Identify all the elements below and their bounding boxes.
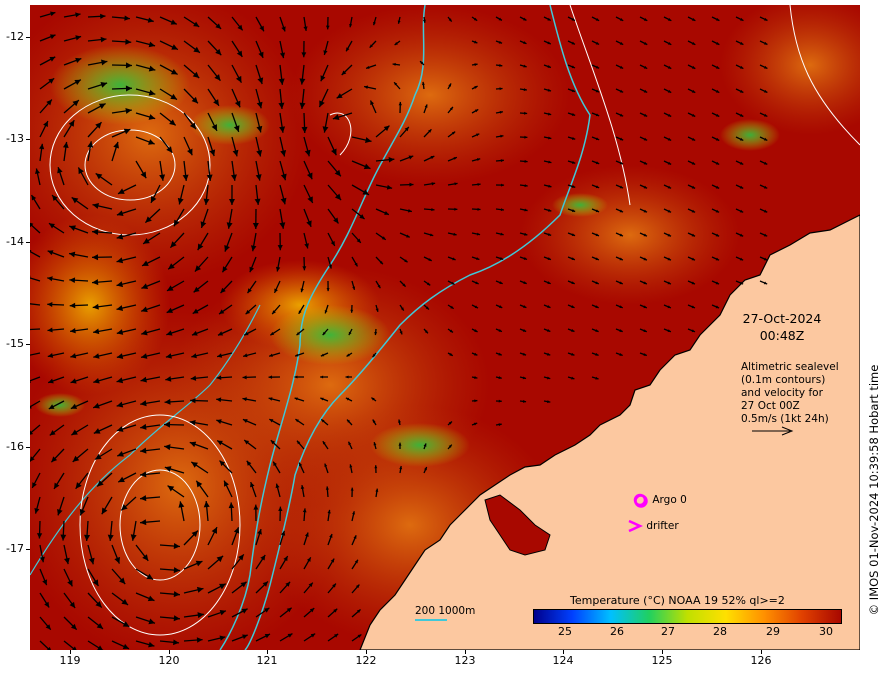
x-tick-mark bbox=[662, 650, 663, 654]
x-tick-mark bbox=[761, 650, 762, 654]
x-tick-label: 119 bbox=[59, 654, 81, 667]
argo-legend: Argo 0 bbox=[633, 493, 687, 507]
x-tick-mark bbox=[563, 650, 564, 654]
colorbar-tick: 27 bbox=[661, 625, 675, 638]
colorbar-tick: 30 bbox=[819, 625, 833, 638]
isobath-legend-line bbox=[415, 619, 447, 621]
altimetry-note-line: (0.1m contours) bbox=[741, 374, 826, 386]
colorbar-tick: 26 bbox=[610, 625, 624, 638]
sst-cool-patch bbox=[270, 305, 390, 365]
x-tick-label: 123 bbox=[454, 654, 476, 667]
x-tick-label: 121 bbox=[256, 654, 278, 667]
y-tick-mark bbox=[26, 344, 30, 345]
y-tick-mark bbox=[26, 447, 30, 448]
x-tick-mark bbox=[169, 650, 170, 654]
altimetry-note-line: 27 Oct 00Z bbox=[741, 400, 800, 412]
colorbar-title: Temperature (°C) NOAA 19 52% ql>=2 bbox=[570, 594, 785, 607]
sst-cool-patch bbox=[190, 105, 270, 145]
altimetry-note-line: Altimetric sealevel bbox=[741, 361, 839, 373]
velocity-arrow bbox=[30, 328, 41, 331]
colorbar-tick: 25 bbox=[558, 625, 572, 638]
temperature-colorbar bbox=[533, 609, 842, 624]
x-tick-label: 122 bbox=[355, 654, 377, 667]
y-tick-label: -13 bbox=[6, 132, 24, 145]
sst-cool-patch bbox=[720, 119, 780, 151]
observation-time: 00:48Z bbox=[759, 328, 805, 343]
y-tick-label: -17 bbox=[6, 542, 24, 555]
colorbar-tick: 29 bbox=[766, 625, 780, 638]
isobath-legend-label: 200 1000m bbox=[415, 605, 476, 617]
y-tick-label: -12 bbox=[6, 30, 24, 43]
x-tick-mark bbox=[267, 650, 268, 654]
y-tick-label: -14 bbox=[6, 235, 24, 248]
velocity-scale-arrow bbox=[752, 426, 794, 436]
y-tick-mark bbox=[26, 549, 30, 550]
x-tick-label: 124 bbox=[552, 654, 574, 667]
sst-cool-patch bbox=[370, 423, 470, 467]
x-tick-label: 125 bbox=[651, 654, 673, 667]
argo-legend-label: Argo 0 bbox=[652, 494, 687, 506]
argo-legend-icon bbox=[633, 493, 647, 507]
altimetry-note-line: and velocity for bbox=[741, 387, 823, 399]
y-tick-mark bbox=[26, 37, 30, 38]
y-tick-label: -15 bbox=[6, 337, 24, 350]
drifter-legend-label: drifter bbox=[646, 520, 679, 532]
observation-date: 27-Oct-2024 bbox=[742, 311, 822, 326]
x-tick-label: 120 bbox=[158, 654, 180, 667]
drifter-legend-icon bbox=[628, 519, 644, 533]
y-tick-label: -16 bbox=[6, 440, 24, 453]
y-tick-mark bbox=[26, 242, 30, 243]
x-tick-mark bbox=[70, 650, 71, 654]
y-tick-mark bbox=[26, 139, 30, 140]
colorbar-tick: 28 bbox=[713, 625, 727, 638]
drifter-legend: drifter bbox=[627, 519, 679, 533]
observation-datetime: 27-Oct-2024 00:48Z bbox=[722, 310, 842, 344]
x-tick-mark bbox=[366, 650, 367, 654]
x-tick-label: 126 bbox=[750, 654, 772, 667]
copyright-text: © IMOS 01-Nov-2024 10:39:58 Hobart time bbox=[867, 364, 880, 616]
sst-patch bbox=[520, 165, 740, 305]
x-tick-mark bbox=[465, 650, 466, 654]
altimetry-note: Altimetric sealevel (0.1m contours) and … bbox=[741, 361, 859, 426]
